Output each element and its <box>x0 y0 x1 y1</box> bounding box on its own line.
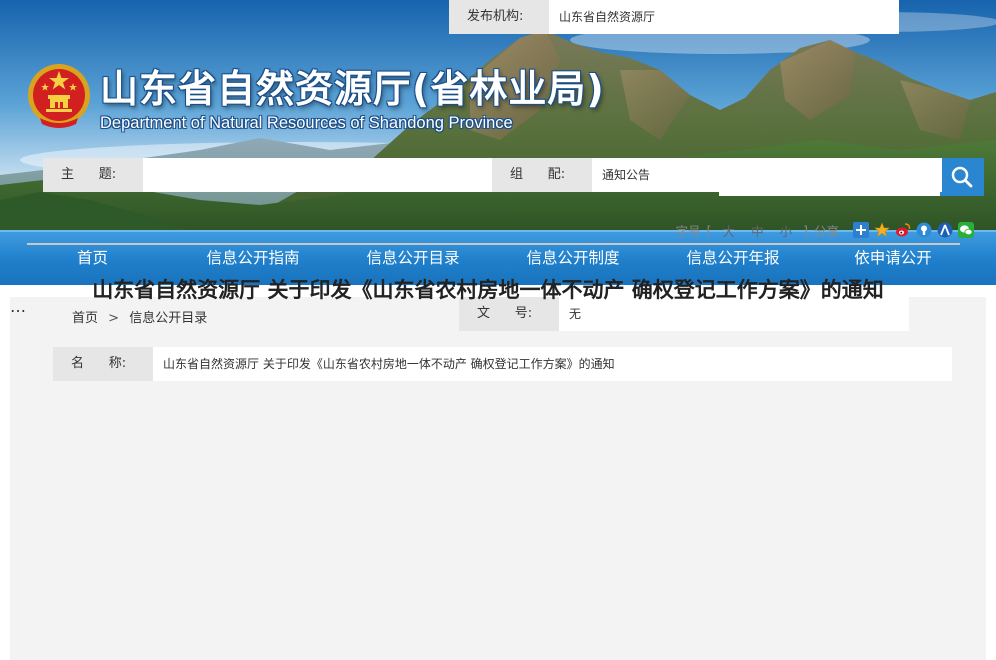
header-banner: 山东省自然资源厅(省林业局) Department of Natural Res… <box>0 0 996 230</box>
wechat-icon[interactable] <box>958 222 974 238</box>
search-button[interactable] <box>940 158 984 196</box>
site-subtitle: Department of Natural Resources of Shand… <box>100 114 513 132</box>
article-title: 山东省自然资源厅 关于印发《山东省农村房地一体不动产 确权登记工作方案》的通知 <box>92 278 884 302</box>
breadcrumb-home-link[interactable]: 首页 <box>72 311 98 326</box>
breadcrumb-current-link[interactable]: 信息公开目录 <box>129 311 207 326</box>
name-value: 山东省自然资源厅 关于印发《山东省农村房地一体不动产 确权登记工作方案》的通知 <box>153 347 952 381</box>
favorite-star-icon[interactable] <box>874 222 890 238</box>
subject-label: 主 题: <box>43 158 143 192</box>
pengyou-icon[interactable] <box>916 222 932 238</box>
category-value: 通知公告 <box>592 158 942 192</box>
bracket-close: ] <box>803 222 808 238</box>
font-size-small-button[interactable]: 小 <box>780 221 793 240</box>
category-label: 组 配: <box>492 158 592 192</box>
font-size-label: 字号 <box>675 223 701 239</box>
share-label: 分享 <box>813 223 839 239</box>
share-icons <box>848 222 974 238</box>
article-tools: 字号 [ 大 中 小 ] 分享 <box>673 220 974 240</box>
meta-row-name: 名 称: 山东省自然资源厅 关于印发《山东省农村房地一体不动产 确权登记工作方案… <box>53 347 952 381</box>
font-size-medium-button[interactable]: 中 <box>751 221 764 240</box>
meta-row-subject: 主 题: 组 配: 通知公告 <box>43 158 942 192</box>
bracket-open: [ <box>706 222 712 238</box>
search-icon <box>951 166 973 188</box>
content-panel: 首页 > 信息公开目录 名 称: 山东省自然资源厅 关于印发《山东省农村房地一体… <box>10 297 986 660</box>
renren-icon[interactable] <box>937 222 953 238</box>
weibo-icon[interactable] <box>895 222 911 238</box>
qzone-plus-icon[interactable] <box>853 222 869 238</box>
national-emblem-icon <box>28 64 90 128</box>
breadcrumb-separator: > <box>108 311 120 326</box>
site-title: 山东省自然资源厅(省林业局) <box>100 67 605 111</box>
subject-value <box>143 158 492 192</box>
publisher-label: 发布机构: <box>449 0 549 34</box>
font-size-large-button[interactable]: 大 <box>723 221 736 240</box>
publisher-value: 山东省自然资源厅 <box>549 0 899 34</box>
name-label: 名 称: <box>53 347 153 381</box>
divider <box>27 243 960 245</box>
